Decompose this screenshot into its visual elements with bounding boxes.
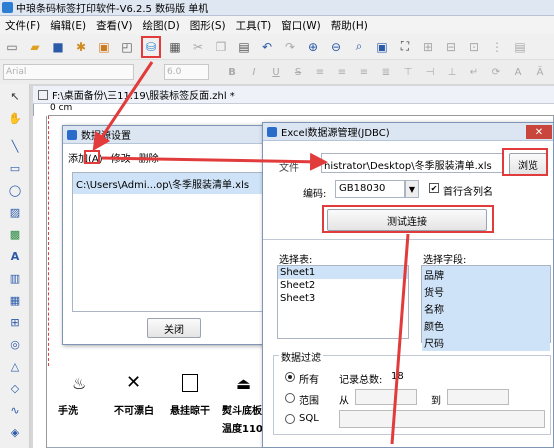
arrow-test-down [390,233,410,445]
annotation-arrows [92,61,410,445]
arrow-add-to-file [101,152,328,171]
arrow-toolbar-to-add [92,61,154,151]
